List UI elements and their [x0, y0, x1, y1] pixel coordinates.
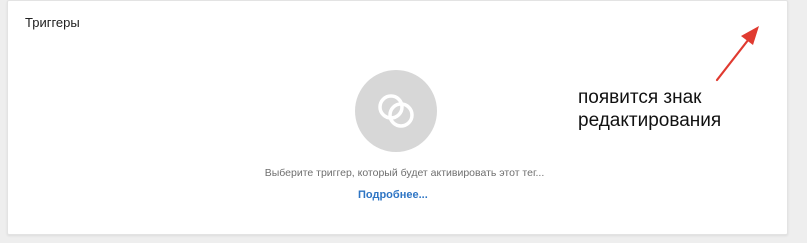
trigger-hint-text: Выберите триггер, который будет активиро… — [264, 167, 545, 179]
add-trigger-button[interactable] — [355, 70, 437, 152]
annotation-line-2: редактирования — [578, 110, 722, 131]
trigger-rings-icon — [378, 94, 414, 128]
annotation-text: появится знак редактирования — [578, 86, 721, 132]
card-title: Триггеры — [25, 15, 80, 30]
learn-more-link[interactable]: Подробнее... — [358, 189, 428, 201]
annotation-line-1: появится знак — [578, 87, 702, 108]
